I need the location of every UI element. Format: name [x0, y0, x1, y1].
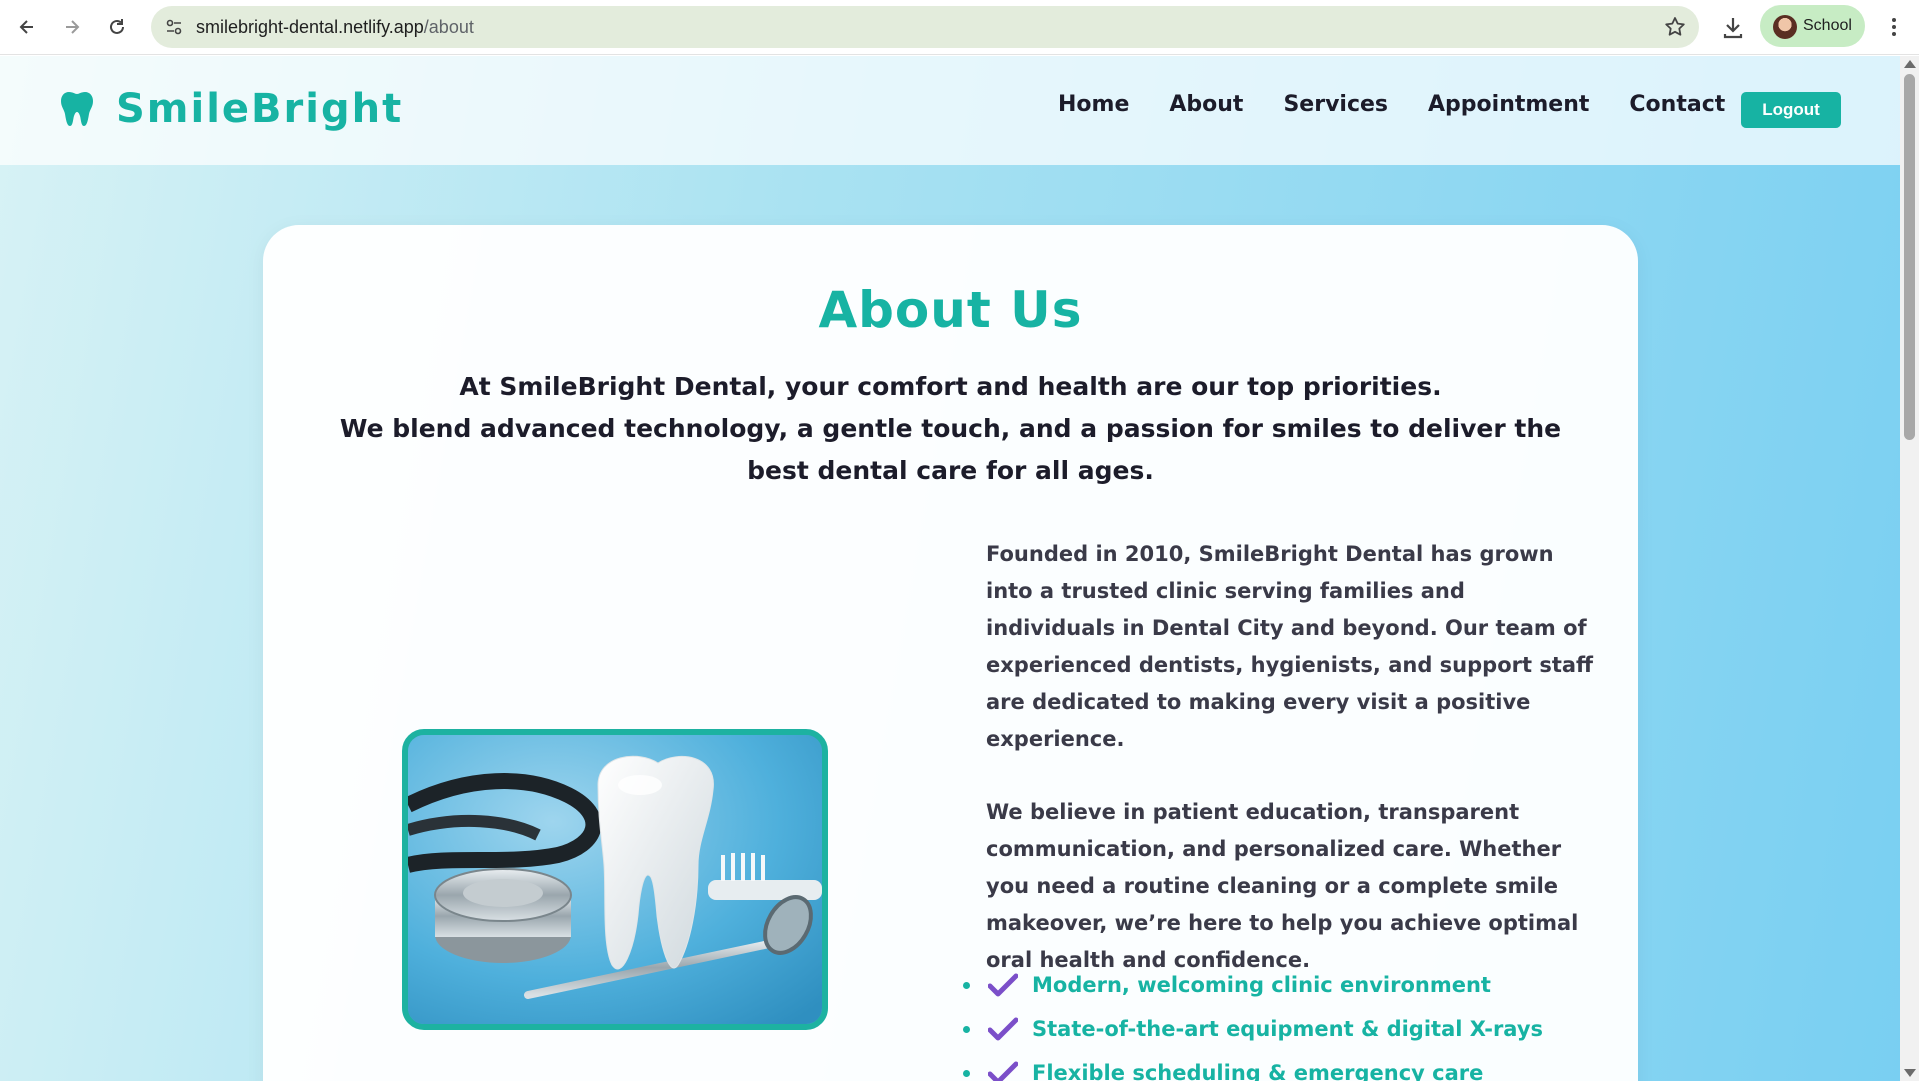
dental-tools-image — [402, 729, 828, 1030]
about-description: Founded in 2010, SmileBright Dental has … — [986, 536, 1596, 979]
nav-appointment[interactable]: Appointment — [1428, 92, 1589, 117]
bullet-dot — [963, 981, 970, 989]
avatar — [1773, 15, 1797, 39]
check-icon — [988, 973, 1018, 997]
intro-text: At SmileBright Dental, your comfort and … — [323, 366, 1578, 492]
url-host: smilebright-dental.netlify.app — [196, 17, 424, 37]
site-logo[interactable]: SmileBright — [60, 86, 403, 132]
nav-about[interactable]: About — [1169, 92, 1243, 117]
browser-toolbar: smilebright-dental.netlify.app/about Sch… — [0, 0, 1919, 55]
forward-button[interactable] — [56, 11, 88, 43]
list-item: Modern, welcoming clinic environment — [963, 963, 1543, 1007]
profile-chip[interactable]: School — [1760, 5, 1865, 47]
site-info-icon[interactable] — [163, 16, 185, 38]
about-paragraph-1: Founded in 2010, SmileBright Dental has … — [986, 542, 1594, 751]
check-icon — [988, 1017, 1018, 1041]
bullet-dot — [963, 1025, 970, 1033]
list-item: Flexible scheduling & emergency care — [963, 1051, 1543, 1081]
brand-name: SmileBright — [116, 86, 404, 132]
profile-label: School — [1803, 17, 1852, 34]
scrollbar-thumb[interactable] — [1904, 74, 1915, 440]
intro-line-2: We blend advanced technology, a gentle t… — [339, 414, 1562, 485]
intro-line-1: At SmileBright Dental, your comfort and … — [459, 372, 1442, 401]
site-header: SmileBright Home About Services Appointm… — [0, 56, 1900, 165]
features-list: Modern, welcoming clinic environment Sta… — [963, 963, 1543, 1081]
bullet-dot — [963, 1069, 970, 1077]
feature-text: Modern, welcoming clinic environment — [1032, 973, 1491, 997]
check-icon — [988, 1061, 1018, 1081]
arrow-right-icon — [66, 20, 80, 34]
nav-services[interactable]: Services — [1283, 92, 1388, 117]
reload-button[interactable] — [101, 11, 133, 43]
download-icon[interactable] — [1718, 12, 1748, 42]
feature-text: State-of-the-art equipment & digital X-r… — [1032, 1017, 1544, 1041]
url-path: /about — [423, 17, 474, 37]
back-button[interactable] — [11, 11, 43, 43]
bookmark-star-icon[interactable] — [1663, 15, 1687, 39]
url-text[interactable]: smilebright-dental.netlify.app/about — [196, 17, 474, 38]
about-paragraph-2: We believe in patient education, transpa… — [986, 800, 1579, 972]
reload-icon — [110, 19, 124, 34]
nav-home[interactable]: Home — [1058, 92, 1129, 117]
scroll-down-arrow-icon[interactable] — [1904, 1069, 1916, 1077]
scroll-up-arrow-icon[interactable] — [1904, 60, 1916, 68]
page-title: About Us — [818, 281, 1083, 339]
arrow-left-icon — [19, 20, 33, 34]
about-card: About Us At SmileBright Dental, your com… — [263, 225, 1638, 1081]
page-viewport: SmileBright Home About Services Appointm… — [0, 56, 1900, 1081]
tooth-icon — [61, 92, 93, 126]
vertical-scrollbar[interactable] — [1900, 56, 1919, 1081]
address-bar[interactable]: smilebright-dental.netlify.app/about — [151, 6, 1699, 48]
kebab-menu-icon[interactable] — [1880, 12, 1908, 42]
main-nav: Home About Services Appointment Contact — [1058, 92, 1725, 117]
logout-button[interactable]: Logout — [1741, 92, 1841, 128]
nav-contact[interactable]: Contact — [1629, 92, 1725, 117]
feature-text: Flexible scheduling & emergency care — [1032, 1061, 1484, 1081]
list-item: State-of-the-art equipment & digital X-r… — [963, 1007, 1543, 1051]
